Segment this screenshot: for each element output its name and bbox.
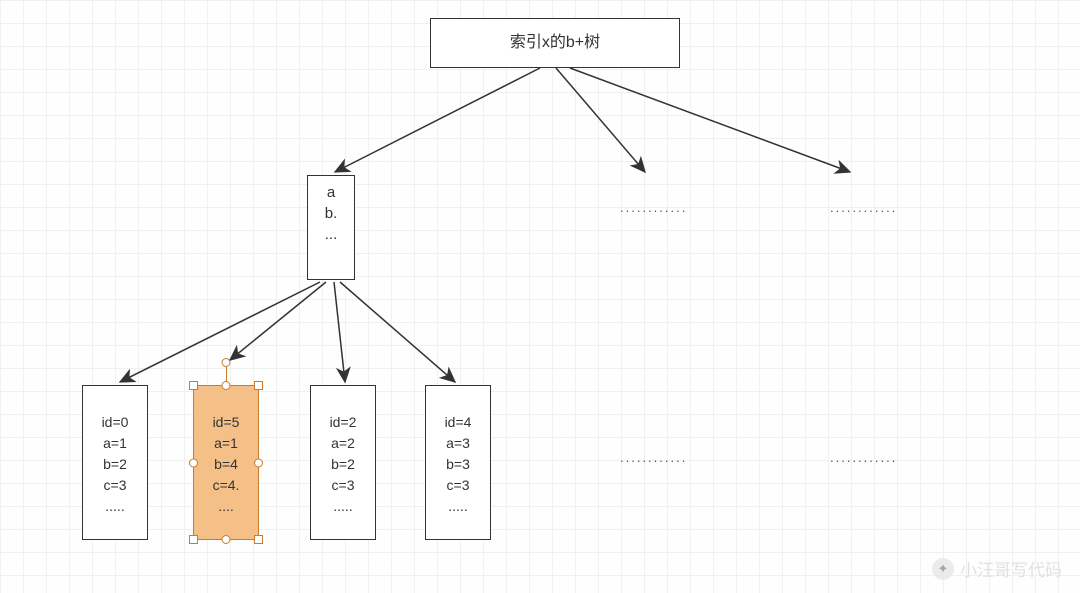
leaf-node-2[interactable]: id=2 a=2 b=2 c=3 ..... [310, 385, 376, 540]
leaf-c: c=3 [332, 475, 355, 496]
leaf-a: a=2 [331, 433, 355, 454]
root-label: 索引x的b+树 [510, 32, 600, 54]
watermark: ✦ 小汪哥写代码 [932, 556, 1062, 581]
watermark-text: 小汪哥写代码 [960, 556, 1062, 581]
resize-handle-r[interactable] [254, 458, 263, 467]
leaf-b: b=2 [331, 454, 355, 475]
resize-handle-l[interactable] [189, 458, 198, 467]
resize-handle-br[interactable] [254, 535, 263, 544]
leaf-node-1-selected[interactable]: id=5 a=1 b=4 c=4. .... [193, 385, 259, 540]
leaf-more: ..... [333, 496, 352, 517]
rotate-connector [226, 366, 227, 382]
leaf-a: a=1 [214, 433, 238, 454]
leaf-more: .... [218, 496, 234, 517]
root-node[interactable]: 索引x的b+树 [430, 18, 680, 68]
leaf-c: c=4. [213, 475, 240, 496]
leaf-b: b=4 [214, 454, 238, 475]
grid-background [0, 0, 1080, 593]
leaf-c: c=3 [447, 475, 470, 496]
leaf-b: b=3 [446, 454, 470, 475]
leaf-a: a=3 [446, 433, 470, 454]
leaf-id: id=4 [445, 412, 472, 433]
mid-line-b: b. [325, 203, 338, 224]
leaf-node-0[interactable]: id=0 a=1 b=2 c=3 ..... [82, 385, 148, 540]
ellipsis-mid-1: ............ [620, 200, 687, 215]
leaf-more: ..... [105, 496, 124, 517]
resize-handle-bl[interactable] [189, 535, 198, 544]
resize-handle-b[interactable] [222, 535, 231, 544]
wechat-icon: ✦ [932, 558, 954, 580]
resize-handle-t[interactable] [222, 381, 231, 390]
mid-line-more: ... [325, 224, 338, 245]
resize-handle-tl[interactable] [189, 381, 198, 390]
ellipsis-mid-2: ............ [830, 200, 897, 215]
leaf-c: c=3 [104, 475, 127, 496]
ellipsis-leaf-1: ............ [620, 450, 687, 465]
mid-line-a: a [327, 182, 335, 203]
leaf-node-3[interactable]: id=4 a=3 b=3 c=3 ..... [425, 385, 491, 540]
leaf-more: ..... [448, 496, 467, 517]
leaf-id: id=2 [330, 412, 357, 433]
rotate-handle[interactable] [222, 358, 231, 367]
leaf-b: b=2 [103, 454, 127, 475]
resize-handle-tr[interactable] [254, 381, 263, 390]
ellipsis-leaf-2: ............ [830, 450, 897, 465]
leaf-a: a=1 [103, 433, 127, 454]
internal-node[interactable]: a b. ... [307, 175, 355, 280]
leaf-id: id=5 [213, 412, 240, 433]
leaf-id: id=0 [102, 412, 129, 433]
